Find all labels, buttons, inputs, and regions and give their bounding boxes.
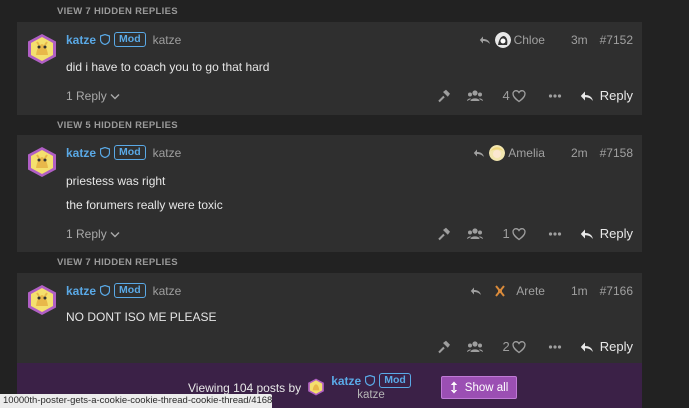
reply-arrow-icon	[471, 287, 482, 295]
ellipsis-icon[interactable]	[548, 227, 562, 241]
username-link[interactable]: katze	[66, 146, 96, 160]
reply-button[interactable]: Reply	[580, 88, 633, 103]
post-7166: katze Mod katze Arete 1m #7166 NO DONT I…	[17, 273, 642, 363]
avatar[interactable]	[26, 284, 58, 316]
full-name: katze	[152, 283, 182, 298]
post-time[interactable]: 2m	[571, 146, 588, 160]
reply-arrow-icon	[474, 149, 485, 157]
post-right-meta: Amelia 2m #7158	[473, 145, 633, 161]
username-link[interactable]: katze	[66, 284, 96, 298]
hammer-icon[interactable]	[437, 89, 451, 103]
like-count: 1	[502, 226, 510, 241]
reply-label: Reply	[599, 226, 633, 241]
hammer-icon[interactable]	[437, 340, 451, 354]
show-all-button[interactable]: Show all	[440, 376, 518, 399]
post-time[interactable]: 3m	[571, 33, 588, 47]
post-text: NO DONT ISO ME PLEASE	[66, 310, 217, 324]
post-text: priestess was right	[66, 174, 166, 188]
like-count: 4	[502, 88, 510, 103]
shield-icon	[365, 375, 376, 386]
replies-count: 1 Reply	[66, 89, 107, 103]
status-bar-url: 10000th-poster-gets-a-cookie-cookie-thre…	[0, 394, 272, 408]
ellipsis-icon[interactable]	[548, 89, 562, 103]
footer-full-name: katze	[357, 389, 385, 401]
chevron-down-icon	[110, 231, 120, 237]
post-number[interactable]: #7166	[600, 284, 633, 298]
ellipsis-icon[interactable]	[548, 340, 562, 354]
footer-user-row: katze Mod	[331, 373, 411, 388]
post-meta: katze Mod katze	[66, 145, 181, 160]
heart-icon[interactable]	[512, 89, 526, 103]
reply-icon	[580, 229, 593, 239]
post-right-meta: Arete 1m #7166	[470, 283, 633, 299]
post-right-meta: Chloe 3m #7152	[479, 32, 633, 48]
reply-to-avatar[interactable]	[494, 32, 511, 48]
mod-badge: Mod	[114, 32, 146, 47]
reply-to-name[interactable]: Chloe	[514, 33, 545, 47]
chevron-down-icon	[110, 93, 120, 99]
viewing-text: Viewing 104 posts by	[188, 381, 302, 395]
reply-to-avatar[interactable]	[492, 283, 508, 299]
shield-icon	[100, 285, 111, 296]
like-count: 2	[502, 339, 510, 354]
post-actions: 4 Reply	[437, 88, 633, 103]
reply-button[interactable]: Reply	[580, 226, 633, 241]
post-text: the forumers really were toxic	[66, 198, 223, 212]
mod-badge: Mod	[379, 373, 411, 388]
post-7158: katze Mod katze Amelia 2m #7158 priestes…	[17, 135, 642, 252]
reply-icon	[580, 342, 593, 352]
shield-icon	[100, 147, 111, 158]
full-name: katze	[152, 32, 182, 47]
footer-username[interactable]: katze	[331, 374, 361, 388]
mod-badge: Mod	[114, 145, 146, 160]
reply-icon	[580, 91, 593, 101]
reply-to-avatar[interactable]	[489, 145, 506, 161]
post-7152: katze Mod katze Chloe 3m #7152 did i hav…	[17, 22, 642, 115]
heart-icon[interactable]	[512, 340, 526, 354]
post-time[interactable]: 1m	[571, 284, 588, 298]
post-number[interactable]: #7152	[600, 33, 633, 47]
username-link[interactable]: katze	[66, 33, 96, 47]
view-hidden-replies-link[interactable]: VIEW 7 HIDDEN REPLIES	[57, 6, 178, 17]
reply-to-name[interactable]: Amelia	[508, 146, 545, 160]
reply-label: Reply	[599, 339, 633, 354]
users-icon[interactable]	[466, 227, 483, 241]
post-meta: katze Mod katze	[66, 32, 181, 47]
shield-icon	[100, 34, 111, 45]
footer-user: katze Mod katze	[331, 373, 411, 401]
replies-toggle[interactable]: 1 Reply	[66, 89, 120, 103]
heart-icon[interactable]	[512, 227, 526, 241]
show-all-label: Show all	[464, 381, 509, 394]
reply-to-name[interactable]: Arete	[516, 284, 545, 298]
footer-avatar[interactable]	[307, 378, 325, 396]
mod-badge: Mod	[114, 283, 146, 298]
reply-arrow-icon	[479, 36, 490, 44]
full-name: katze	[152, 145, 182, 160]
post-text: did i have to coach you to go that hard	[66, 60, 270, 74]
post-meta: katze Mod katze	[66, 283, 181, 298]
users-icon[interactable]	[466, 340, 483, 354]
reply-label: Reply	[599, 88, 633, 103]
view-hidden-replies-link[interactable]: VIEW 5 HIDDEN REPLIES	[57, 120, 178, 131]
post-number[interactable]: #7158	[600, 146, 633, 160]
replies-toggle[interactable]: 1 Reply	[66, 227, 120, 241]
avatar[interactable]	[26, 33, 58, 65]
view-hidden-replies-link[interactable]: VIEW 7 HIDDEN REPLIES	[57, 257, 178, 268]
expand-vertical-icon	[450, 381, 457, 394]
users-icon[interactable]	[466, 89, 483, 103]
post-actions: 2 Reply	[437, 339, 633, 354]
replies-count: 1 Reply	[66, 227, 107, 241]
hammer-icon[interactable]	[437, 227, 451, 241]
post-actions: 1 Reply	[437, 226, 633, 241]
reply-button[interactable]: Reply	[580, 339, 633, 354]
avatar[interactable]	[26, 146, 58, 178]
